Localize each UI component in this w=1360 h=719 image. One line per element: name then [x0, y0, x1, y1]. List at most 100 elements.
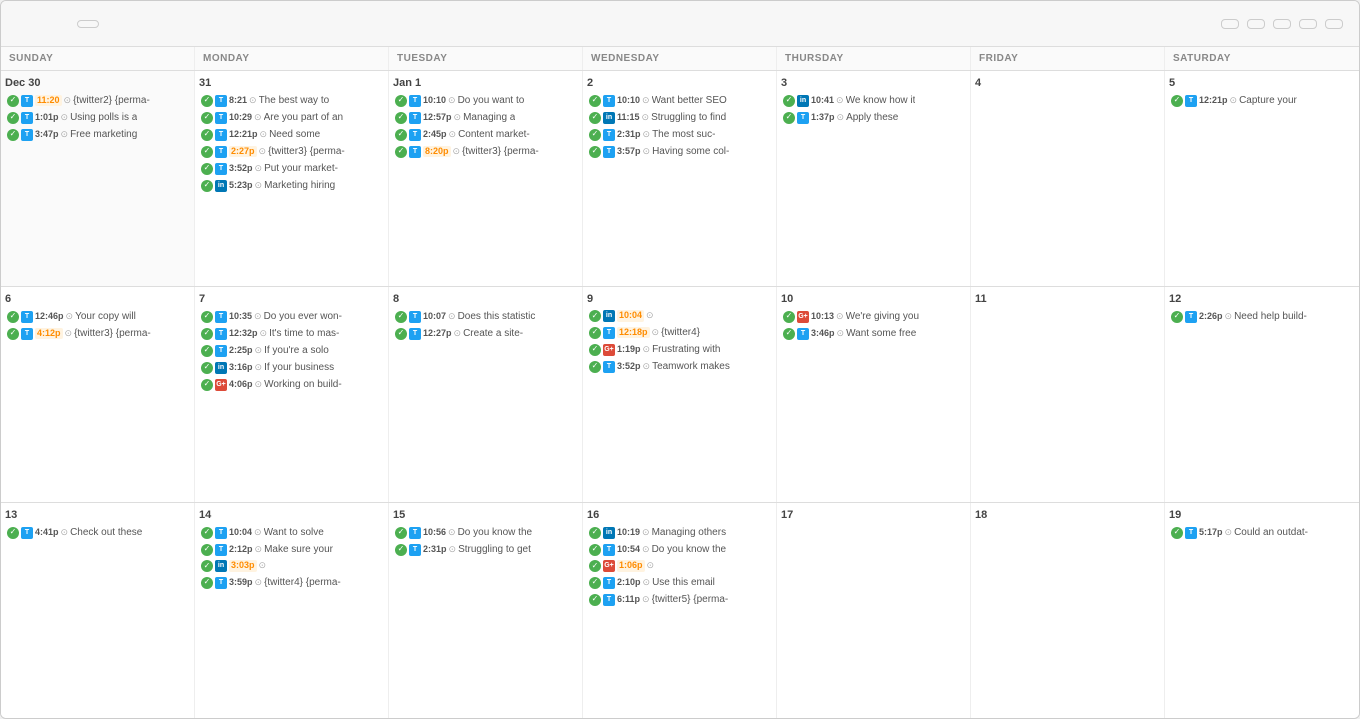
calendar-event[interactable]: ✓T5:17p⊙Could an outdat- [1169, 525, 1355, 540]
calendar-event[interactable]: ✓in3:03p⊙ [199, 559, 384, 573]
today-button[interactable] [77, 20, 99, 28]
event-time: 8:20p [423, 146, 451, 158]
calendar-event[interactable]: ✓T10:10⊙Want better SEO [587, 93, 772, 108]
calendar-event[interactable]: ✓T10:10⊙Do you want to [393, 93, 578, 108]
calendar-event[interactable]: ✓T10:54⊙Do you know the [587, 542, 772, 557]
calendar-event[interactable]: ✓T1:37p⊙Apply these [781, 110, 966, 125]
event-text: Free marketing [70, 128, 137, 141]
day-number: 9 [587, 293, 772, 305]
calendar-event[interactable]: ✓T2:26p⊙Need help build- [1169, 309, 1355, 324]
day-cell-2-2[interactable]: 15 ✓T10:56⊙Do you know the ✓T2:31p⊙Struggl… [389, 503, 583, 718]
day-cell-1-5[interactable]: 11 [971, 287, 1165, 502]
calendar-view-button[interactable] [1221, 19, 1239, 29]
calendar-event[interactable]: ✓in10:19⊙Managing others [587, 525, 772, 540]
li-icon: in [797, 95, 809, 107]
calendar-event[interactable]: ✓T10:04⊙Want to solve [199, 525, 384, 540]
day-cell-1-4[interactable]: 10✓G+10:13⊙We're giving you✓T3:46p⊙Want … [777, 287, 971, 502]
prev-button[interactable] [17, 22, 29, 26]
calendar-event[interactable]: ✓G+10:13⊙We're giving you [781, 309, 966, 324]
day-cell-0-3[interactable]: 2✓T10:10⊙Want better SEO✓in11:15⊙Struggl… [583, 71, 777, 286]
day-cell-0-6[interactable]: 5✓T12:21p⊙Capture your [1165, 71, 1359, 286]
calendar-event[interactable]: ✓T12:21p⊙Need some [199, 127, 384, 142]
calendar-event[interactable]: ✓in3:16p⊙If your business [199, 360, 384, 375]
calendar-event[interactable]: ✓T8:20p⊙{twitter3} {perma- [393, 144, 578, 159]
calendar-event[interactable]: ✓T12:18p⊙{twitter4} [587, 325, 772, 340]
calendar-event[interactable]: ✓T10:35⊙Do you ever won- [199, 309, 384, 324]
day-cell-1-3[interactable]: 9 ✓in10:04⊙ ✓T12:18p⊙{twitter4} ✓G+1:19p⊙Fr… [583, 287, 777, 502]
event-text: {twitter2} {perma- [73, 94, 150, 107]
tw-icon: T [21, 527, 33, 539]
calendar-event[interactable]: ✓T2:31p⊙The most suc- [587, 127, 772, 142]
day-cell-0-4[interactable]: 3✓in10:41⊙We know how it✓T1:37p⊙Apply th… [777, 71, 971, 286]
day-cell-2-1[interactable]: 14✓T10:04⊙Want to solve✓T2:12p⊙Make sure… [195, 503, 389, 718]
gp-icon: G+ [603, 344, 615, 356]
calendar-event[interactable]: ✓T2:27p⊙{twitter3} {perma- [199, 144, 384, 159]
day-number: 15 [393, 509, 578, 521]
day-cell-2-5[interactable]: 18 [971, 503, 1165, 718]
calendar-event[interactable]: ✓T3:47p⊙Free marketing [5, 127, 190, 142]
calendar-event[interactable]: ✓T1:01p⊙Using polls is a [5, 110, 190, 125]
event-time: 3:59p [229, 577, 253, 589]
calendar-event[interactable]: ✓T3:59p⊙{twitter4} {perma- [199, 575, 384, 590]
calendar-event[interactable]: ✓T3:52p⊙Teamwork makes [587, 359, 772, 374]
calendar-event[interactable]: ✓T10:29⊙Are you part of an [199, 110, 384, 125]
check-icon: ✓ [395, 328, 407, 340]
day-cell-1-0[interactable]: 6✓T12:46p⊙Your copy will✓T4:12p⊙{twitter… [1, 287, 195, 502]
clock-icon: ⊙ [646, 310, 654, 322]
calendar-event[interactable]: ✓in10:41⊙We know how it [781, 93, 966, 108]
day-cell-1-6[interactable]: 12✓T2:26p⊙Need help build- [1165, 287, 1359, 502]
calendar-event[interactable]: ✓T2:25p⊙If you're a solo [199, 343, 384, 358]
calendar-event[interactable]: ✓T10:56⊙Do you know the [393, 525, 578, 540]
event-time: 11:15 [617, 112, 640, 124]
next-button[interactable] [49, 22, 61, 26]
add-button[interactable] [1299, 19, 1317, 29]
calendar-event[interactable]: ✓G+1:19p⊙Frustrating with [587, 342, 772, 357]
calendar-event[interactable]: ✓in10:04⊙ [587, 309, 772, 323]
clock-icon: ⊙ [255, 180, 263, 192]
day-cell-1-2[interactable]: 8✓T10:07⊙Does this statistic✓T12:27p⊙Cre… [389, 287, 583, 502]
day-cell-2-3[interactable]: 16✓in10:19⊙Managing others✓T10:54⊙Do you… [583, 503, 777, 718]
calendar-event[interactable]: ✓T12:46p⊙Your copy will [5, 309, 190, 324]
calendar-event[interactable]: ✓T4:12p⊙{twitter3} {perma- [5, 326, 190, 341]
calendar-event[interactable]: ✓T3:46p⊙Want some free [781, 326, 966, 341]
day-cell-0-5[interactable]: 4 [971, 71, 1165, 286]
calendar-event[interactable]: ✓T12:32p⊙It's time to mas- [199, 326, 384, 341]
calendar-event[interactable]: ✓T6:11p⊙{twitter5} {perma- [587, 592, 772, 607]
calendar-event[interactable]: ✓G+4:06p⊙Working on build- [199, 377, 384, 392]
settings-button[interactable] [1325, 19, 1343, 29]
calendar-event[interactable]: ✓in5:23p⊙Marketing hiring [199, 178, 384, 193]
day-cell-0-1[interactable]: 31✓T8:21⊙The best way to✓T10:29⊙Are you … [195, 71, 389, 286]
list-view-button[interactable] [1247, 19, 1265, 29]
day-cell-0-2[interactable]: Jan 1✓T10:10⊙Do you want to✓T12:57p⊙Mana… [389, 71, 583, 286]
calendar-event[interactable]: ✓T8:21⊙The best way to [199, 93, 384, 108]
calendar-event[interactable]: ✓T2:31p⊙Struggling to get [393, 542, 578, 557]
calendar-event[interactable]: ✓T12:57p⊙Managing a [393, 110, 578, 125]
calendar-event[interactable]: ✓T2:10p⊙Use this email [587, 575, 772, 590]
calendar-event[interactable]: ✓T3:52p⊙Put your market- [199, 161, 384, 176]
event-text: Managing a [463, 111, 515, 124]
calendar-event[interactable]: ✓G+1:06p⊙ [587, 559, 772, 573]
clock-icon: ⊙ [642, 527, 650, 539]
event-text: Struggling to find [651, 111, 726, 124]
calendar-event[interactable]: ✓T3:57p⊙Having some col- [587, 144, 772, 159]
event-time: 2:45p [423, 129, 447, 141]
calendar-event[interactable]: ✓T4:41p⊙Check out these [5, 525, 190, 540]
share-button[interactable] [1273, 19, 1291, 29]
clock-icon: ⊙ [255, 379, 263, 391]
calendar-event[interactable]: ✓T12:27p⊙Create a site- [393, 326, 578, 341]
calendar-event[interactable]: ✓in11:15⊙Struggling to find [587, 110, 772, 125]
day-cell-0-0[interactable]: Dec 30✓T11:20⊙{twitter2} {perma-✓T1:01p⊙… [1, 71, 195, 286]
calendar-event[interactable]: ✓T11:20⊙{twitter2} {perma- [5, 93, 190, 108]
calendar-event[interactable]: ✓T2:45p⊙Content market- [393, 127, 578, 142]
event-time: 1:01p [35, 112, 59, 124]
day-cell-2-6[interactable]: 19✓T5:17p⊙Could an outdat- [1165, 503, 1359, 718]
check-icon: ✓ [201, 328, 213, 340]
day-cell-1-1[interactable]: 7 ✓T10:35⊙Do you ever won- ✓T12:32p⊙It's t… [195, 287, 389, 502]
tw-icon: T [215, 112, 227, 124]
calendar-event[interactable]: ✓T10:07⊙Does this statistic [393, 309, 578, 324]
calendar-event[interactable]: ✓T2:12p⊙Make sure your [199, 542, 384, 557]
day-cell-2-4[interactable]: 17+ [777, 503, 971, 718]
calendar-event[interactable]: ✓T12:21p⊙Capture your [1169, 93, 1355, 108]
day-cell-2-0[interactable]: 13✓T4:41p⊙Check out these [1, 503, 195, 718]
day-number: 7 [199, 293, 384, 305]
